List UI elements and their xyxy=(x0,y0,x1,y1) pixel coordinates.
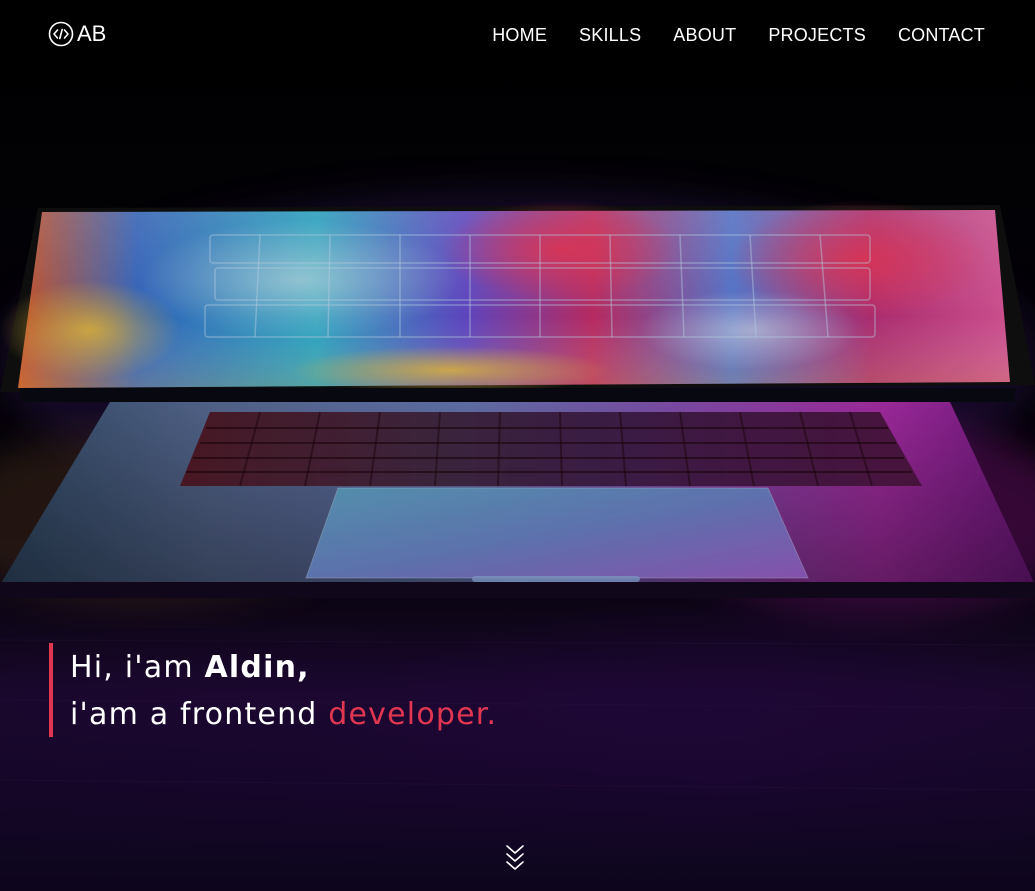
navbar: AB HOME SKILLS ABOUT PROJECTS CONTACT xyxy=(0,0,1035,72)
nav-link-skills[interactable]: SKILLS xyxy=(579,24,641,46)
role-line: i'am a frontend developer. xyxy=(70,690,497,740)
nav-menu: HOME SKILLS ABOUT PROJECTS CONTACT xyxy=(492,24,985,46)
logo[interactable]: AB xyxy=(48,21,106,47)
hero-headline: Hi, i'am Aldin, i'am a frontend develope… xyxy=(49,643,497,737)
logo-text: AB xyxy=(77,21,107,46)
nav-link-home[interactable]: HOME xyxy=(492,24,547,46)
nav-link-about[interactable]: ABOUT xyxy=(673,24,736,46)
hero-section: AB HOME SKILLS ABOUT PROJECTS CONTACT Hi… xyxy=(0,0,1035,891)
code-brackets-icon xyxy=(48,21,74,47)
greeting-line: Hi, i'am Aldin, xyxy=(70,643,497,693)
role-prefix: i'am a frontend xyxy=(70,697,318,732)
greeting-text: Hi, i'am xyxy=(70,650,194,685)
chevrons-down-icon[interactable] xyxy=(503,842,527,874)
name-suffix: , xyxy=(297,650,310,685)
nav-link-contact[interactable]: CONTACT xyxy=(898,24,985,46)
nav-link-projects[interactable]: PROJECTS xyxy=(768,24,866,46)
hero-name: Aldin, xyxy=(205,650,310,685)
role-accent: developer. xyxy=(328,697,498,732)
name-text: Aldin xyxy=(204,650,298,685)
laptop-background-image xyxy=(0,0,1035,891)
